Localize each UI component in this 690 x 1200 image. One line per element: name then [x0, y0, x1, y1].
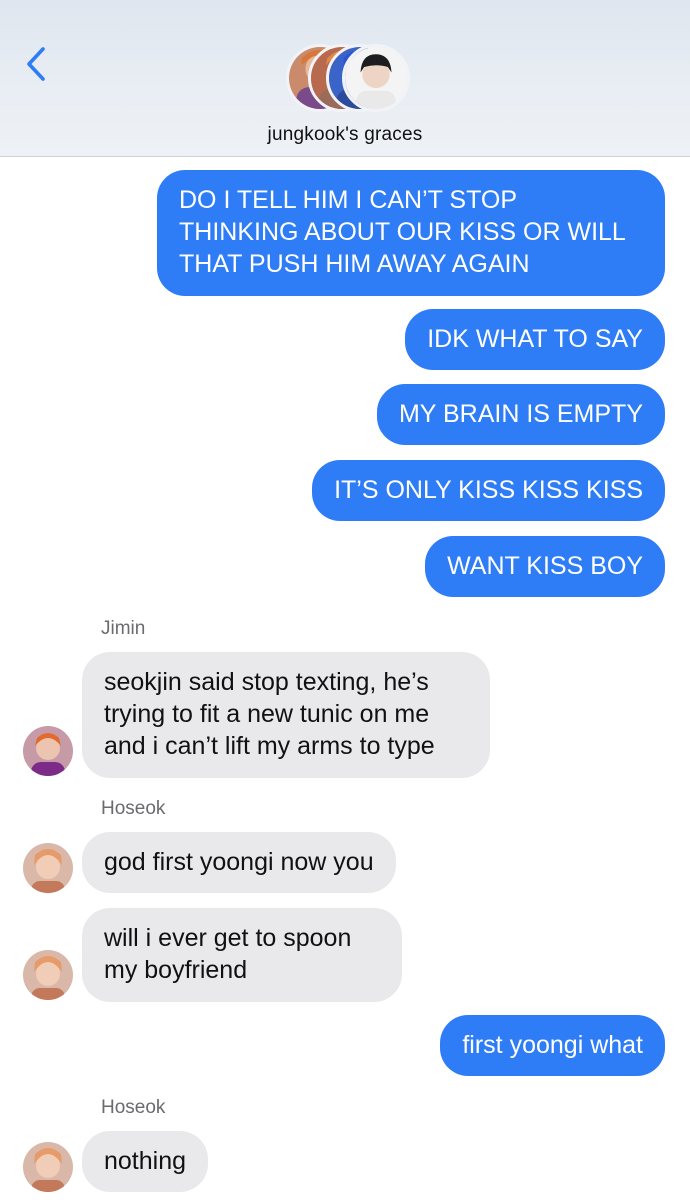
sender-name: Hoseok: [101, 798, 166, 819]
message-line: DO I TELL HIM I CAN’T STOP: [179, 186, 518, 214]
message-line: seokjin said stop texting, he’s: [104, 668, 429, 696]
message-bubble-sent[interactable]: IDK WHAT TO SAY: [405, 309, 665, 370]
message-line: my boyfriend: [104, 956, 248, 984]
message-line: WANT KISS BOY: [447, 552, 643, 580]
message-bubble-sent[interactable]: first yoongi what: [440, 1015, 665, 1076]
message-bubble-sent[interactable]: DO I TELL HIM I CAN’T STOP THINKING ABOU…: [157, 170, 665, 296]
message-line: will i ever get to spoon: [104, 924, 352, 952]
group-avatar-4: [342, 44, 410, 112]
group-name[interactable]: jungkook's graces: [0, 124, 690, 146]
message-line: THINKING ABOUT OUR KISS OR WILL: [179, 218, 626, 246]
sender-name: Jimin: [101, 618, 146, 639]
sender-name: Hoseok: [101, 1097, 166, 1118]
message-bubble-sent[interactable]: IT’S ONLY KISS KISS KISS: [312, 460, 665, 521]
message-bubble-sent[interactable]: MY BRAIN IS EMPTY: [376, 384, 665, 445]
message-bubble-received[interactable]: will i ever get to spoon my boyfriend: [82, 908, 402, 1002]
message-bubble-received[interactable]: seokjin said stop texting, he’s trying t…: [82, 652, 490, 778]
group-avatars[interactable]: [286, 44, 410, 112]
message-line: god first yoongi now you: [104, 848, 374, 876]
message-bubble-received[interactable]: nothing: [82, 1131, 209, 1192]
message-bubble-sent[interactable]: WANT KISS BOY: [425, 536, 665, 597]
conversation-header: jungkook's graces: [0, 0, 690, 157]
avatar[interactable]: [23, 1142, 73, 1192]
message-line: nothing: [104, 1147, 187, 1175]
avatar[interactable]: [23, 726, 73, 776]
chevron-left-icon: [25, 46, 47, 87]
message-line: IT’S ONLY KISS KISS KISS: [334, 476, 643, 504]
message-line: MY BRAIN IS EMPTY: [398, 400, 643, 428]
avatar[interactable]: [23, 950, 73, 1000]
message-line: THAT PUSH HIM AWAY AGAIN: [179, 250, 530, 278]
message-line: trying to fit a new tunic on me: [104, 700, 430, 728]
avatar[interactable]: [23, 843, 73, 893]
message-line: and i can’t lift my arms to type: [104, 732, 435, 760]
back-button[interactable]: [18, 44, 54, 88]
message-bubble-received[interactable]: god first yoongi now you: [82, 832, 396, 893]
message-line: first yoongi what: [462, 1031, 643, 1059]
message-line: IDK WHAT TO SAY: [427, 325, 643, 353]
